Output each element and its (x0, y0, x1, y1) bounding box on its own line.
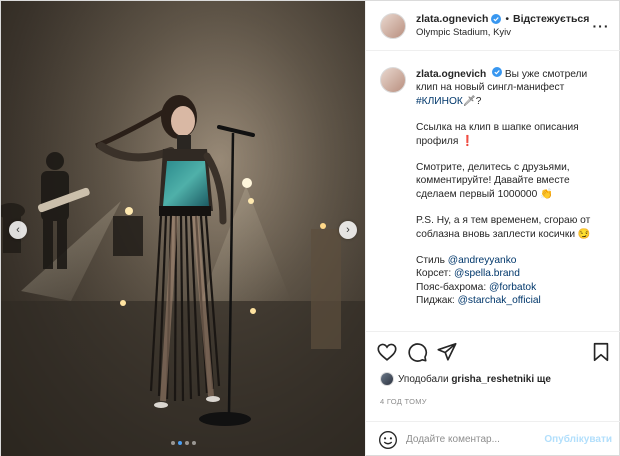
action-bar (366, 331, 620, 371)
verified-badge-icon (492, 67, 503, 77)
header-username[interactable]: zlata.ognevich (416, 13, 488, 25)
likes-summary: Уподобали grisha_reshetnik і ще (380, 372, 551, 386)
header-separator: • (505, 13, 510, 25)
location-link[interactable]: Olympic Stadium, Kyiv (416, 27, 591, 38)
mention-link[interactable]: @andreyyanko (448, 255, 517, 266)
carousel-dot (184, 441, 189, 445)
post-timestamp[interactable]: 4 ГОД ТОМУ (380, 397, 427, 406)
caption: zlata.ognevich Вы уже смотрели клип на н… (366, 51, 620, 308)
verified-badge-icon (491, 14, 502, 24)
mention-link[interactable]: @forbatok (489, 282, 536, 293)
publish-button[interactable]: Опублікувати (544, 434, 612, 445)
comment-form: Опублікувати (366, 421, 620, 456)
carousel-dot (191, 441, 196, 445)
caption-paragraph: Ссылка на клип в шапке описания профиля … (416, 122, 579, 147)
caption-paragraph: Смотрите, делитесь с друзьями, комментир… (416, 162, 570, 200)
post-header: zlata.ognevich • Відстежується Olympic S… (366, 1, 620, 51)
previous-media-button[interactable]: ‹ (9, 221, 27, 239)
mention-link[interactable]: @spella.brand (454, 268, 520, 279)
heart-icon[interactable] (376, 341, 398, 363)
credit-line: Корсет: @spella.brand (416, 268, 520, 280)
caption-text: 🗡? (462, 95, 482, 107)
likes-others-link[interactable]: і ще (531, 374, 551, 385)
following-button[interactable]: Відстежується (513, 13, 589, 25)
share-icon[interactable] (436, 341, 458, 363)
post-media[interactable]: ‹ › (1, 1, 365, 456)
credit-line: Пиджак: @starchak_official (416, 295, 541, 307)
carousel-dot-active (177, 441, 182, 445)
caption-username[interactable]: zlata.ognevich (416, 69, 486, 80)
post-side-panel: zlata.ognevich • Відстежується Olympic S… (365, 1, 620, 456)
stage-photo (1, 1, 365, 456)
emoji-icon[interactable] (378, 430, 398, 450)
more-options-icon[interactable]: ··· (591, 18, 611, 34)
hashtag-link[interactable]: #КЛИНОК (416, 96, 463, 107)
mention-link[interactable]: @starchak_official (458, 295, 541, 306)
credit-line: Стиль @andreyyanko (416, 255, 517, 267)
carousel-dot (170, 441, 175, 445)
comment-icon[interactable] (406, 341, 428, 363)
next-media-button[interactable]: › (339, 221, 357, 239)
caption-avatar[interactable] (380, 67, 406, 93)
liker-avatar[interactable] (380, 372, 394, 386)
credit-line: Пояс-бахрома: @forbatok (416, 281, 537, 293)
comment-input[interactable] (406, 434, 545, 445)
carousel-dots (1, 441, 365, 445)
bookmark-icon[interactable] (590, 341, 612, 363)
instagram-post: ‹ › zlata.ognevich • Відстежується Olymp… (0, 0, 620, 456)
avatar[interactable] (380, 12, 406, 39)
liker-username[interactable]: grisha_reshetnik (451, 374, 531, 385)
caption-paragraph: P.S. Ну, а я тем временем, сгораю от соб… (416, 215, 591, 240)
